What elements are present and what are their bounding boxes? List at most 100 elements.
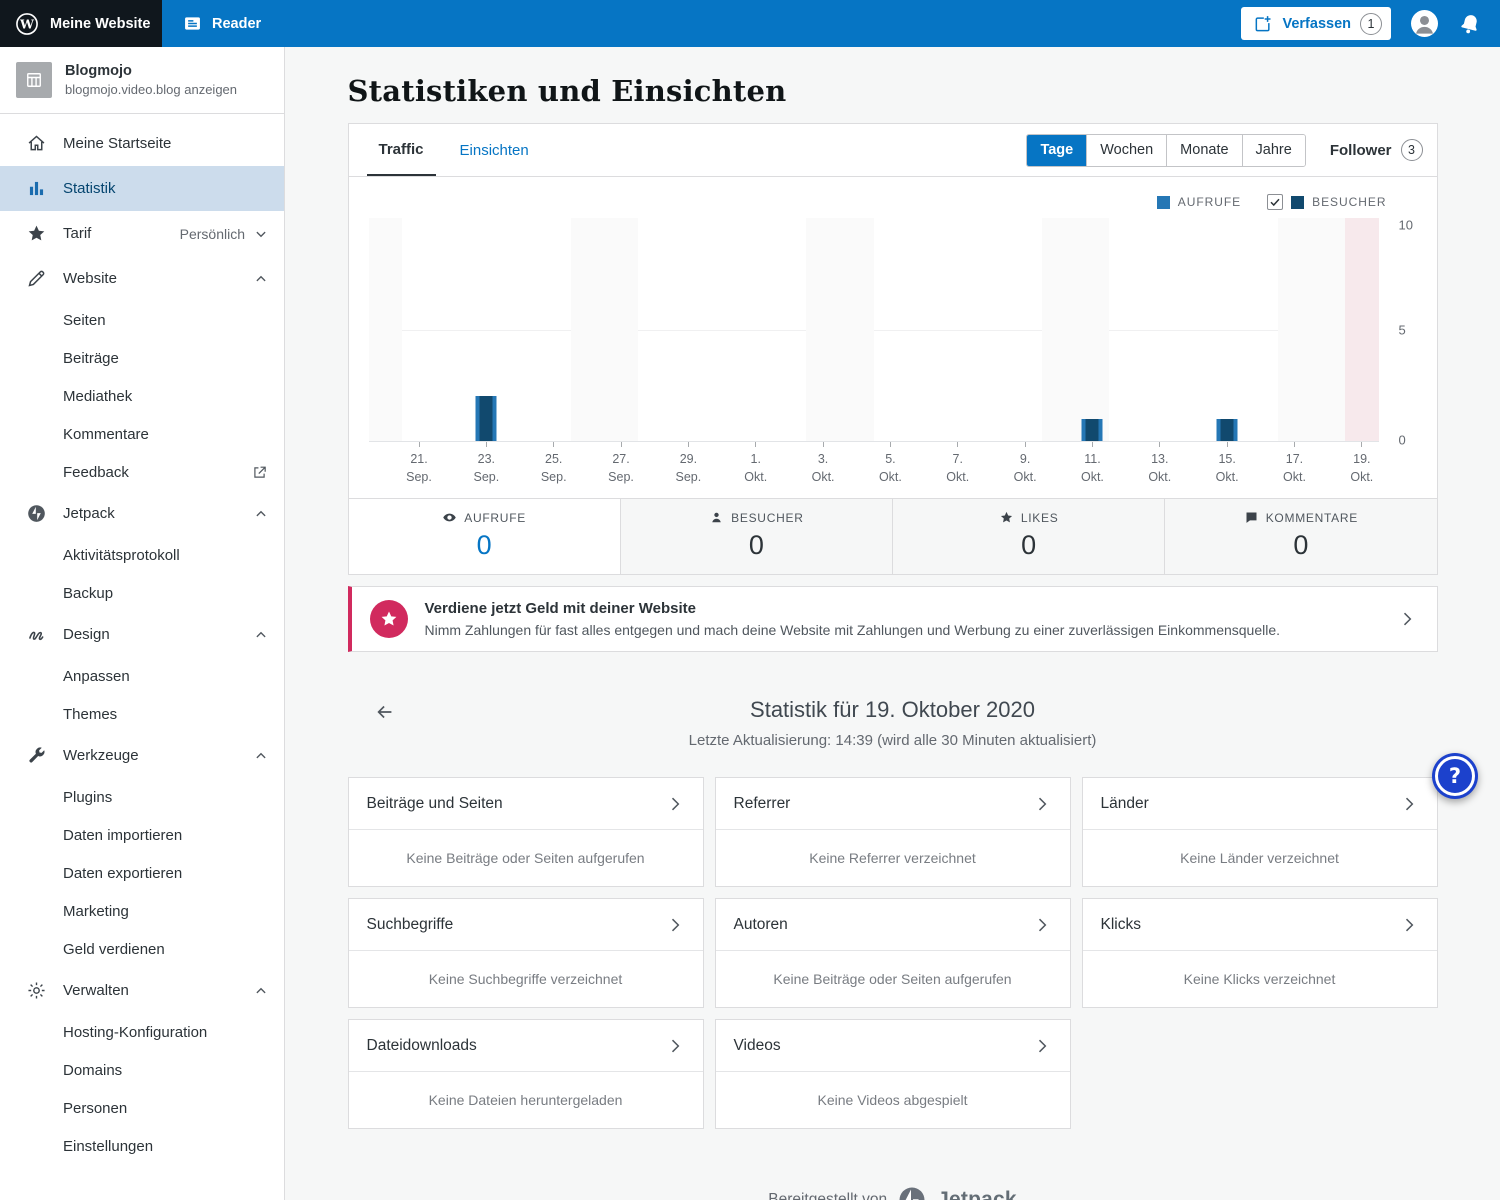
sidebar-item-plugins[interactable]: Plugins: [0, 778, 284, 816]
chart-column-18-okt[interactable]: [1311, 218, 1345, 442]
summary-tab-kommentare[interactable]: KOMMENTARE0: [1164, 499, 1436, 574]
my-sites-button[interactable]: W Meine Website: [0, 0, 162, 47]
sidebar-item-label: Werkzeuge: [63, 747, 139, 764]
chart-column-14-okt[interactable]: [1177, 218, 1211, 442]
chart-column-13-okt[interactable]: [1143, 218, 1177, 442]
sidebar-item-marketing[interactable]: Marketing: [0, 892, 284, 930]
chart-column-4-okt[interactable]: [840, 218, 874, 442]
chart-column-8-okt[interactable]: [975, 218, 1009, 442]
sidebar-item-kommentare[interactable]: Kommentare: [0, 415, 284, 453]
summary-value: 0: [621, 530, 892, 561]
chart-column-22-sep[interactable]: [436, 218, 470, 442]
chart-column-30-sep[interactable]: [705, 218, 739, 442]
notifications-bell-icon[interactable]: [1455, 9, 1484, 38]
chart-column-21-sep[interactable]: [402, 218, 436, 442]
stat-card-header-autoren[interactable]: Autoren: [716, 899, 1070, 951]
previous-day-arrow-icon[interactable]: [374, 701, 396, 723]
x-axis-cell: 3. Okt.: [806, 442, 840, 486]
period-button-wochen[interactable]: Wochen: [1086, 135, 1166, 166]
chart-column-2-okt[interactable]: [773, 218, 807, 442]
visitors-bar[interactable]: [480, 396, 493, 441]
sidebar-item-tarif[interactable]: TarifPersönlich: [0, 211, 284, 256]
summary-tab-besucher[interactable]: BESUCHER0: [620, 499, 892, 574]
stat-card-header-suchbegriffe[interactable]: Suchbegriffe: [349, 899, 703, 951]
stat-card-header-dateidownloads[interactable]: Dateidownloads: [349, 1020, 703, 1072]
sidebar-item-daten-importieren[interactable]: Daten importieren: [0, 816, 284, 854]
chart-column-26-sep[interactable]: [571, 218, 605, 442]
stat-card-header-videos[interactable]: Videos: [716, 1020, 1070, 1072]
chart-column-19-okt[interactable]: [1345, 218, 1379, 442]
sidebar-item-design[interactable]: Design: [0, 612, 284, 657]
period-button-tage[interactable]: Tage: [1027, 135, 1086, 166]
sidebar-item-einstellungen[interactable]: Einstellungen: [0, 1127, 284, 1165]
stat-card-empty-state: Keine Videos abgespielt: [716, 1072, 1070, 1128]
chart-column-20-sep[interactable]: [369, 218, 403, 442]
sidebar-item-feedback[interactable]: Feedback: [0, 453, 284, 491]
chart-column-24-sep[interactable]: [503, 218, 537, 442]
follower-count-badge: 3: [1401, 139, 1423, 161]
chart-column-7-okt[interactable]: [941, 218, 975, 442]
sidebar-item-domains[interactable]: Domains: [0, 1051, 284, 1089]
sidebar-item-backup[interactable]: Backup: [0, 574, 284, 612]
avatar[interactable]: [1411, 10, 1438, 37]
sidebar-item-personen[interactable]: Personen: [0, 1089, 284, 1127]
sidebar-item-seiten[interactable]: Seiten: [0, 301, 284, 339]
chart-column-29-sep[interactable]: [672, 218, 706, 442]
site-url-link[interactable]: blogmojo.video.blog anzeigen: [65, 82, 237, 97]
chart-column-5-okt[interactable]: [874, 218, 908, 442]
visitors-bar[interactable]: [1221, 419, 1234, 441]
reader-button[interactable]: Reader: [162, 0, 281, 47]
chart-column-6-okt[interactable]: [907, 218, 941, 442]
period-button-monate[interactable]: Monate: [1166, 135, 1241, 166]
chart-column-12-okt[interactable]: [1109, 218, 1143, 442]
sidebar-subitem-label: Aktivitätsprotokoll: [63, 547, 180, 564]
compose-button[interactable]: Verfassen 1: [1241, 7, 1391, 40]
sidebar-item-meine-startseite[interactable]: Meine Startseite: [0, 121, 284, 166]
chart-column-16-okt[interactable]: [1244, 218, 1278, 442]
chart-column-15-okt[interactable]: [1210, 218, 1244, 442]
sidebar-subitem-label: Personen: [63, 1100, 127, 1117]
sidebar-item-jetpack[interactable]: Jetpack: [0, 491, 284, 536]
site-switcher[interactable]: Blogmojo blogmojo.video.blog anzeigen: [0, 47, 284, 114]
stat-card-header-beitr-ge-und-seiten[interactable]: Beiträge und Seiten: [349, 778, 703, 830]
chart-column-27-sep[interactable]: [604, 218, 638, 442]
bar-chart: 1050: [349, 218, 1437, 442]
chart-column-1-okt[interactable]: [739, 218, 773, 442]
stat-card-header-referrer[interactable]: Referrer: [716, 778, 1070, 830]
sidebar-item-aktivit-tsprotokoll[interactable]: Aktivitätsprotokoll: [0, 536, 284, 574]
sidebar-item-geld-verdienen[interactable]: Geld verdienen: [0, 930, 284, 968]
earn-money-banner[interactable]: Verdiene jetzt Geld mit deiner Website N…: [348, 586, 1438, 652]
visitors-bar[interactable]: [1086, 419, 1099, 441]
chart-column-10-okt[interactable]: [1042, 218, 1076, 442]
tab-einsichten[interactable]: Einsichten: [448, 124, 541, 176]
summary-tab-aufrufe[interactable]: AUFRUFE0: [349, 499, 620, 574]
sidebar-item-anpassen[interactable]: Anpassen: [0, 657, 284, 695]
sidebar-item-statistik[interactable]: Statistik: [0, 166, 284, 211]
stat-card-header-l-nder[interactable]: Länder: [1083, 778, 1437, 830]
summary-tab-likes[interactable]: LIKES0: [892, 499, 1164, 574]
sidebar-item-werkzeuge[interactable]: Werkzeuge: [0, 733, 284, 778]
chart-column-9-okt[interactable]: [1008, 218, 1042, 442]
sidebar-item-hosting-konfiguration[interactable]: Hosting-Konfiguration: [0, 1013, 284, 1051]
chart-column-17-okt[interactable]: [1278, 218, 1312, 442]
chevron-up-icon: [252, 626, 270, 644]
sidebar-item-website[interactable]: Website: [0, 256, 284, 301]
stat-card-header-klicks[interactable]: Klicks: [1083, 899, 1437, 951]
besucher-checkbox[interactable]: [1267, 194, 1283, 210]
sidebar-item-daten-exportieren[interactable]: Daten exportieren: [0, 854, 284, 892]
chart-column-23-sep[interactable]: [470, 218, 504, 442]
period-button-jahre[interactable]: Jahre: [1242, 135, 1305, 166]
x-axis-label: 3. Okt.: [806, 451, 840, 486]
tab-traffic[interactable]: Traffic: [367, 124, 436, 176]
help-button[interactable]: ?: [1432, 753, 1478, 799]
sidebar-item-mediathek[interactable]: Mediathek: [0, 377, 284, 415]
chart-column-28-sep[interactable]: [638, 218, 672, 442]
chart-column-3-okt[interactable]: [806, 218, 840, 442]
chart-column-11-okt[interactable]: [1076, 218, 1110, 442]
follower-tab[interactable]: Follower 3: [1330, 139, 1423, 161]
sidebar-subitem-label: Kommentare: [63, 426, 149, 443]
sidebar-item-themes[interactable]: Themes: [0, 695, 284, 733]
sidebar-item-beitr-ge[interactable]: Beiträge: [0, 339, 284, 377]
sidebar-item-verwalten[interactable]: Verwalten: [0, 968, 284, 1013]
chart-column-25-sep[interactable]: [537, 218, 571, 442]
